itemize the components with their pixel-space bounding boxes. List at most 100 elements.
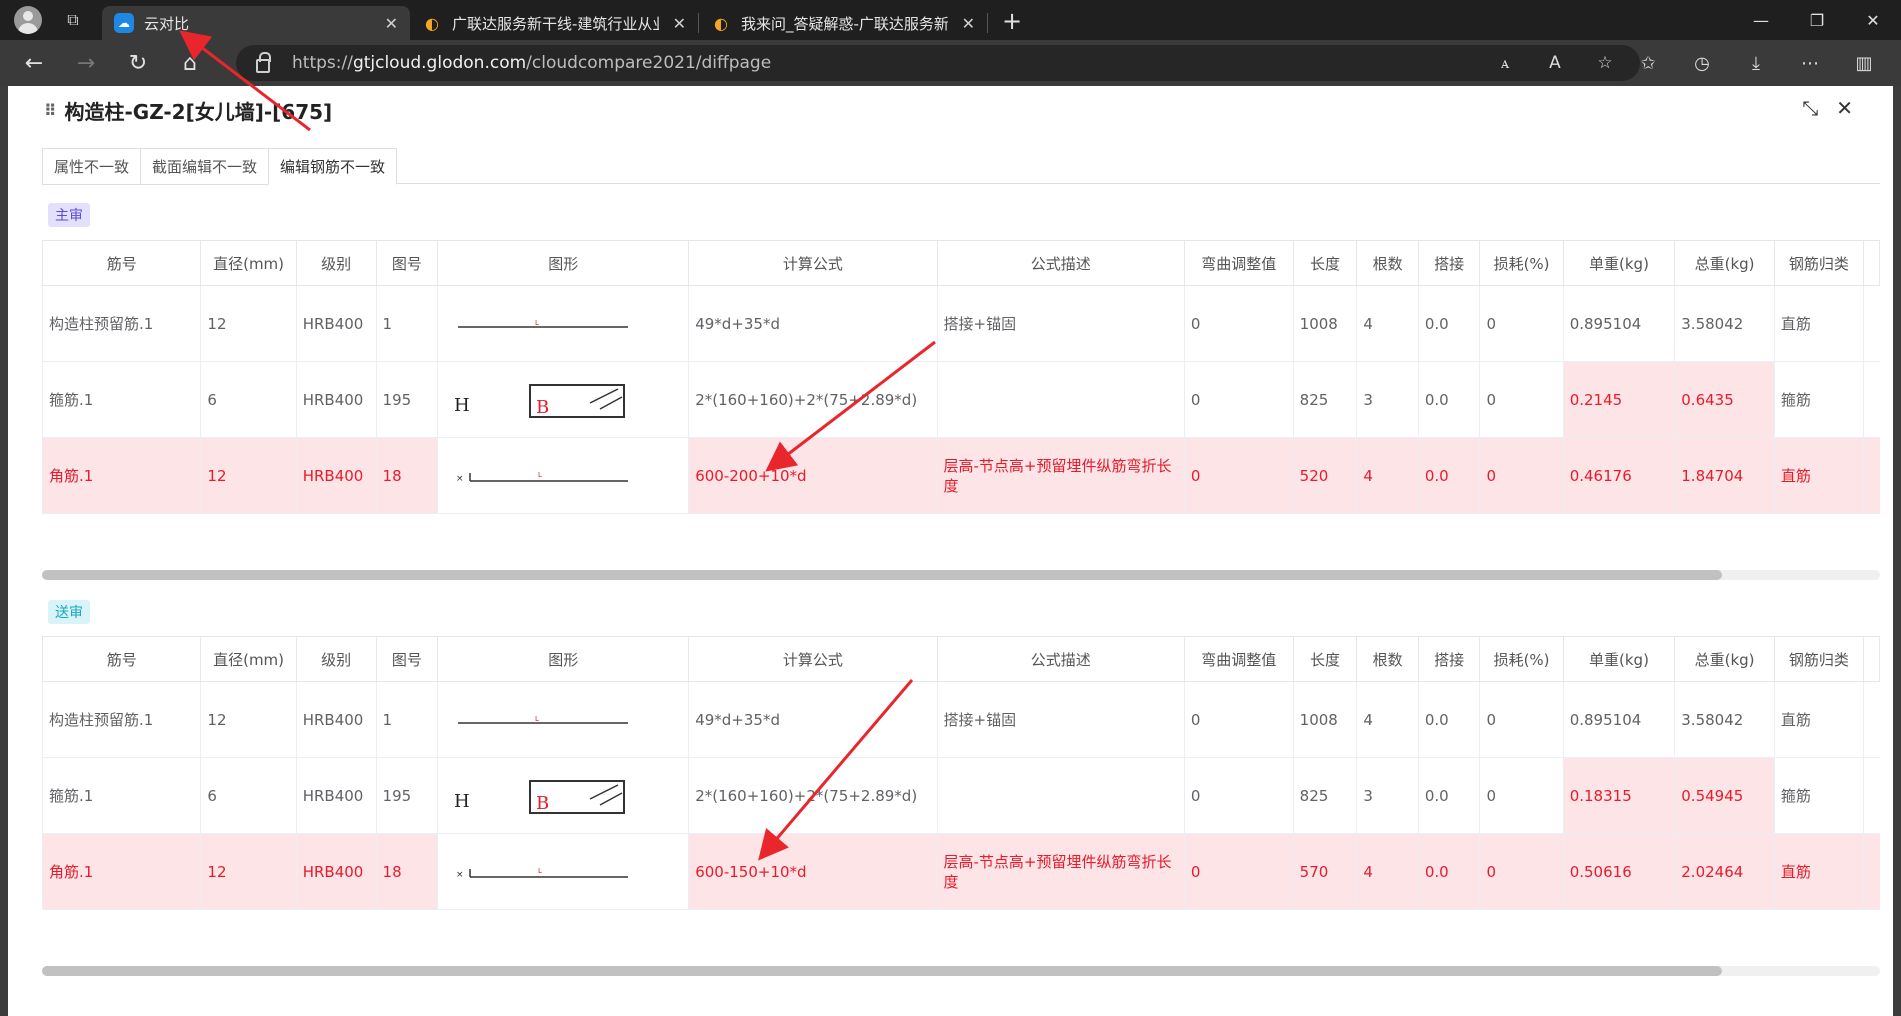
close-tab-icon[interactable]: ✕ xyxy=(385,14,398,33)
table-row[interactable]: 箍筋.1 6 HRB400 195 H B 2*(160+160)+2*(75+2.89*d… xyxy=(41,361,1880,438)
column-header[interactable]: 直径(mm) xyxy=(200,636,297,682)
svg-text:L: L xyxy=(535,319,539,327)
url-text[interactable]: https://gtjcloud.glodon.com/cloudcompare… xyxy=(292,53,771,73)
table-row[interactable]: 角筋.1 12 HRB400 18 × L 600-150+10*d 层高-节点高+预留埋件纵… xyxy=(41,833,1880,910)
cell-dia: 6 xyxy=(200,757,297,834)
column-header[interactable]: 筋号 xyxy=(41,240,202,286)
column-header[interactable]: 损耗(%) xyxy=(1479,240,1564,286)
column-header[interactable]: 计算公式 xyxy=(688,636,938,682)
main-review-table: 筋号 直径(mm) 级别 图号 图形 计算公式 公式描述 弯曲调整值 长度 根数 搭接 损耗(%) 单重… xyxy=(41,240,1881,514)
column-header[interactable]: 搭接 xyxy=(1417,636,1481,682)
drag-handle-icon[interactable]: ⠿ xyxy=(44,101,56,120)
main-horizontal-scrollbar[interactable] xyxy=(42,570,1880,580)
back-arrow-icon[interactable]: ← xyxy=(14,45,54,81)
lock-icon[interactable] xyxy=(256,52,271,73)
table-row[interactable]: 构造柱预留筋.1 12 HRB400 1 L 49*d+35*d 搭接+锚固 0 1008 4 0.… xyxy=(41,285,1880,362)
column-header[interactable]: 单重(kg) xyxy=(1562,636,1676,682)
column-header[interactable]: 搭接 xyxy=(1417,240,1481,286)
scrollbar-thumb[interactable] xyxy=(42,966,1722,976)
cell-lap: 0.0 xyxy=(1417,681,1481,758)
column-header[interactable]: 公式描述 xyxy=(936,636,1185,682)
collapse-icon[interactable]: ⤡ xyxy=(1802,96,1818,120)
cell-category: 直筋 xyxy=(1773,681,1864,758)
column-header[interactable]: 长度 xyxy=(1292,636,1358,682)
cell-grade: HRB400 xyxy=(295,361,377,438)
svg-text:B: B xyxy=(536,397,549,418)
home-icon[interactable]: ⌂ xyxy=(170,45,210,81)
glodon-logo-icon: ◐ xyxy=(714,13,728,33)
close-tab-icon[interactable]: ✕ xyxy=(962,14,975,33)
column-header[interactable]: 钢筋归类 xyxy=(1773,240,1864,286)
cell-unit_w: 0.2145 xyxy=(1562,361,1676,438)
browser-tab-ask-question[interactable]: ◐ 我来问_答疑解惑-广联达服务新 ✕ xyxy=(699,6,987,40)
column-header[interactable]: 钢筋归类 xyxy=(1773,636,1864,682)
column-header[interactable]: 总重(kg) xyxy=(1674,240,1775,286)
translate-icon[interactable]: ꭺ xyxy=(1480,53,1530,73)
column-header[interactable]: 公式描述 xyxy=(936,240,1185,286)
table-row[interactable]: 构造柱预留筋.1 12 HRB400 1 L 49*d+35*d 搭接+锚固 0 1008 4 0.… xyxy=(41,681,1880,758)
new-tab-button[interactable]: + xyxy=(1002,7,1022,35)
column-header[interactable]: 单重(kg) xyxy=(1562,240,1676,286)
svg-text:H: H xyxy=(454,791,470,812)
close-icon[interactable]: ✕ xyxy=(1836,96,1853,120)
cell-bend: 0 xyxy=(1183,681,1294,758)
cell-length: 520 xyxy=(1292,437,1358,514)
column-header[interactable]: 长度 xyxy=(1292,240,1358,286)
column-header[interactable]: 弯曲调整值 xyxy=(1183,240,1294,286)
column-header[interactable]: 损耗(%) xyxy=(1479,636,1564,682)
cell-name: 箍筋.1 xyxy=(41,361,202,438)
url-path: /cloudcompare2021/diffpage xyxy=(526,53,772,73)
cell-bend: 0 xyxy=(1183,437,1294,514)
column-header[interactable]: 筋号 xyxy=(41,636,202,682)
address-bar[interactable]: https://gtjcloud.glodon.com/cloudcompare… xyxy=(236,45,1640,81)
svg-text:L: L xyxy=(538,867,542,875)
column-header[interactable]: 计算公式 xyxy=(688,240,938,286)
column-header[interactable]: 图号 xyxy=(375,240,439,286)
column-header[interactable]: 根数 xyxy=(1356,240,1419,286)
tab-section-diff[interactable]: 截面编辑不一致 xyxy=(140,148,270,185)
svg-text:×: × xyxy=(456,870,464,880)
close-tab-icon[interactable]: ✕ xyxy=(673,14,686,33)
download-icon[interactable]: ⤓ xyxy=(1729,53,1783,74)
column-header[interactable]: 级别 xyxy=(295,240,377,286)
forward-arrow-icon[interactable]: → xyxy=(66,45,106,81)
cell-grade: HRB400 xyxy=(295,757,377,834)
browser-tab-cloud-compare[interactable]: ☁ 云对比 ✕ xyxy=(102,6,410,40)
tab-separator xyxy=(987,13,988,33)
cell-loss: 0 xyxy=(1479,757,1564,834)
column-header[interactable]: 图号 xyxy=(375,636,439,682)
column-header[interactable]: 弯曲调整值 xyxy=(1183,636,1294,682)
tab-rebar-diff[interactable]: 编辑钢筋不一致 xyxy=(268,148,398,185)
refresh-icon[interactable]: ↻ xyxy=(118,45,158,81)
history-icon[interactable]: ◷ xyxy=(1675,53,1729,74)
column-header[interactable]: 总重(kg) xyxy=(1674,636,1775,682)
sidebar-icon[interactable]: ▥ xyxy=(1837,53,1891,74)
cell-total_w: 3.58042 xyxy=(1674,681,1775,758)
browser-tab-glodon-service[interactable]: ◐ 广联达服务新干线-建筑行业从业 ✕ xyxy=(410,6,698,40)
column-header[interactable]: 图形 xyxy=(437,240,690,286)
send-horizontal-scrollbar[interactable] xyxy=(42,966,1880,976)
svg-text:×: × xyxy=(456,474,464,484)
close-window-icon[interactable]: ✕ xyxy=(1845,0,1901,40)
cell-dia: 6 xyxy=(200,361,297,438)
favorites-icon[interactable]: ✩ xyxy=(1621,53,1675,74)
column-header[interactable]: 根数 xyxy=(1356,636,1419,682)
profile-avatar-icon[interactable] xyxy=(14,6,42,34)
column-header[interactable]: 级别 xyxy=(295,636,377,682)
more-icon[interactable]: ⋯ xyxy=(1783,53,1837,74)
cell-bend: 0 xyxy=(1183,833,1294,910)
cell-length: 825 xyxy=(1292,361,1358,438)
column-header[interactable]: 图形 xyxy=(437,636,690,682)
cell-formula: 2*(160+160)+2*(75+2.89*d) xyxy=(688,757,938,834)
cloud-icon: ☁ xyxy=(114,13,134,33)
restore-icon[interactable]: ❐ xyxy=(1789,0,1845,40)
tab-attribute-diff[interactable]: 属性不一致 xyxy=(42,148,142,185)
scrollbar-thumb[interactable] xyxy=(42,570,1722,580)
read-aloud-icon[interactable]: A xyxy=(1530,53,1580,73)
minimize-icon[interactable]: — xyxy=(1733,0,1789,40)
table-row[interactable]: 箍筋.1 6 HRB400 195 H B 2*(160+160)+2*(75+2.89*d… xyxy=(41,757,1880,834)
column-header[interactable]: 直径(mm) xyxy=(200,240,297,286)
cell-unit_w: 0.46176 xyxy=(1562,437,1676,514)
workspaces-icon[interactable]: ⧉ xyxy=(62,9,84,31)
table-row[interactable]: 角筋.1 12 HRB400 18 × L 600-200+10*d 层高-节点高+预留埋件纵… xyxy=(41,437,1880,514)
